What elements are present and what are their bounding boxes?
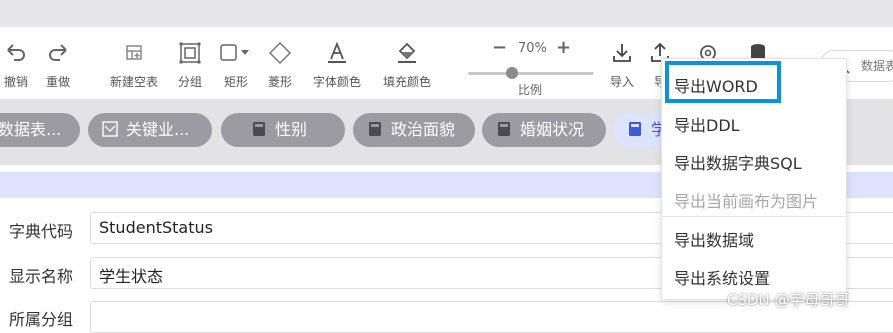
zoom-row: − 70% + (492, 37, 572, 59)
font-color-label: 字体颜色 (312, 75, 361, 89)
group-label: 分组 (177, 75, 202, 89)
rectangle-button[interactable]: 矩形 (217, 41, 255, 90)
zoom-out-button[interactable]: − (492, 37, 507, 58)
fill-color-label: 填充颜色 (382, 75, 431, 89)
dict-code-label: 字典代码 (9, 222, 74, 241)
tab-label: 婚姻状况 (520, 120, 585, 139)
export-dropdown-menu: 导出WORD 导出DDL 导出数据字典SQL 导出当前画布为图片 导出数据域 导… (661, 58, 847, 300)
book-icon (253, 122, 265, 136)
search-text: 数据表 (861, 59, 893, 73)
menu-divider (662, 216, 846, 217)
zoom-in-button[interactable]: + (556, 37, 571, 58)
zoom-value: 70% (518, 41, 547, 56)
watermark: CSDN @字母哥哥 (727, 291, 850, 309)
import-label: 导入 (609, 75, 634, 89)
tab-data-table[interactable]: 数据表... (0, 113, 80, 147)
new-table-button[interactable]: 新建空表 (104, 41, 164, 90)
fill-color-button[interactable]: 填充颜色 (378, 41, 436, 90)
group-label-field: 所属分组 (9, 310, 74, 329)
new-table-label: 新建空表 (109, 75, 158, 89)
menu-item-export-ddl[interactable]: 导出DDL (674, 112, 740, 136)
rectangle-label: 矩形 (223, 75, 248, 89)
menu-item-export-data-domain[interactable]: 导出数据域 (674, 227, 754, 251)
diagram-icon (102, 121, 118, 137)
dict-code-value: StudentStatus (99, 218, 213, 237)
tab-label: 数据表... (0, 120, 62, 139)
import-button[interactable]: 导入 (607, 41, 637, 90)
tab-label: 性别 (275, 120, 308, 139)
import-icon (613, 44, 631, 62)
rectangle-icon (220, 44, 249, 61)
diamond-label: 菱形 (267, 75, 292, 89)
group-icon (179, 42, 201, 64)
display-name-value: 学生状态 (99, 267, 164, 286)
book-icon (498, 122, 510, 136)
tab-label: 政治面貌 (391, 120, 456, 139)
undo-icon (7, 44, 25, 61)
book-icon (369, 122, 381, 136)
menu-item-export-dict-sql[interactable]: 导出数据字典SQL (674, 150, 802, 174)
display-name-label: 显示名称 (9, 267, 74, 286)
tab-political-status[interactable]: 政治面貌 (353, 113, 475, 147)
group-button[interactable]: 分组 (174, 41, 206, 90)
top-bar (0, 0, 893, 27)
font-color-button[interactable]: 字体颜色 (308, 41, 366, 90)
zoom-slider-thumb[interactable] (506, 67, 518, 79)
zoom-label: 比例 (518, 83, 543, 97)
tab-marital-status[interactable]: 婚姻状况 (482, 113, 606, 147)
menu-item-export-word[interactable]: 导出WORD (674, 73, 758, 97)
diamond-button[interactable]: 菱形 (264, 41, 296, 90)
zoom-slider-track[interactable] (468, 72, 594, 75)
undo-label: 撤销 (3, 75, 28, 89)
tab-label: 关键业... (126, 120, 190, 139)
menu-item-export-system-settings[interactable]: 导出系统设置 (674, 265, 770, 289)
zoom-control: − 70% + 比例 (468, 37, 596, 99)
redo-button[interactable]: 重做 (42, 41, 74, 90)
redo-icon (49, 44, 67, 61)
diamond-icon (268, 41, 292, 65)
font-color-icon (328, 41, 346, 63)
menu-item-export-canvas-image: 导出当前画布为图片 (674, 192, 819, 211)
tab-business[interactable]: 关键业... (88, 113, 212, 147)
redo-label: 重做 (45, 75, 70, 89)
tab-gender[interactable]: 性别 (221, 113, 345, 147)
new-table-icon (126, 45, 142, 60)
fill-color-icon (398, 42, 416, 63)
book-icon (629, 122, 641, 136)
undo-button[interactable]: 撤销 (2, 41, 30, 90)
